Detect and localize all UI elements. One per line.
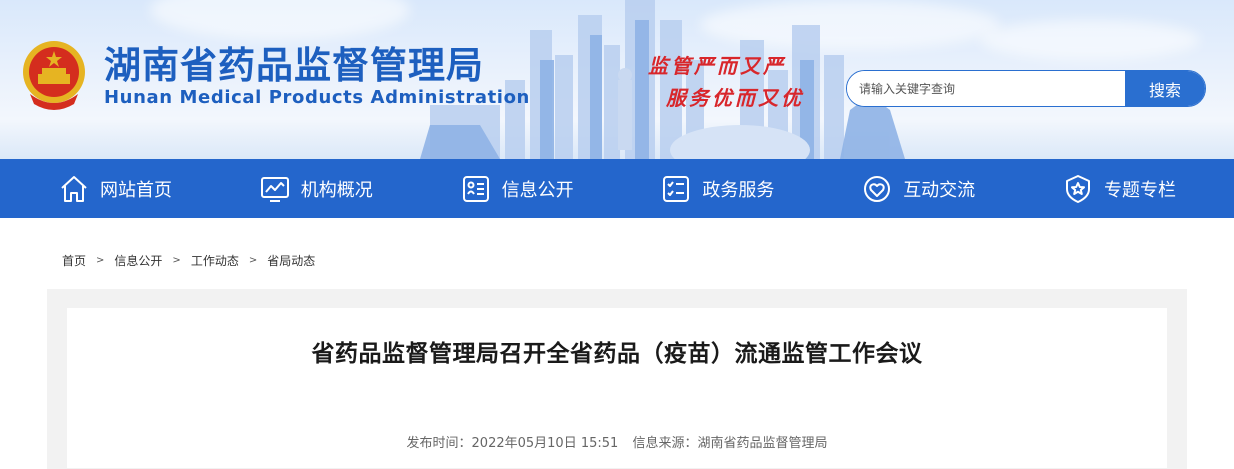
info-card-icon bbox=[462, 175, 489, 202]
article-title: 省药品监督管理局召开全省药品（疫苗）流通监管工作会议 bbox=[311, 341, 923, 367]
national-emblem-icon bbox=[23, 41, 85, 110]
nav-item-label: 网站首页 bbox=[100, 179, 172, 201]
site-subtitle: Hunan Medical Products Administration bbox=[104, 87, 530, 108]
nav-item-label: 专题专栏 bbox=[1103, 179, 1176, 201]
search-bar: 搜索 bbox=[846, 70, 1206, 107]
nav-item-interaction[interactable]: 互动交流 bbox=[861, 159, 975, 218]
heart-chat-icon bbox=[864, 175, 891, 202]
nav-item-label: 互动交流 bbox=[903, 179, 976, 201]
slogan-line-1: 监管严而又严 bbox=[648, 54, 786, 78]
breadcrumb-separator-icon: > bbox=[96, 255, 105, 266]
search-button[interactable]: 搜索 bbox=[1125, 71, 1205, 106]
breadcrumb-work-news[interactable]: 工作动态 bbox=[191, 252, 239, 269]
site-title[interactable]: 湖南省药品监督管理局 bbox=[104, 44, 484, 88]
nav-item-home[interactable]: 网站首页 bbox=[58, 159, 172, 218]
home-icon bbox=[61, 175, 87, 202]
breadcrumb-home[interactable]: 首页 bbox=[62, 252, 86, 269]
breadcrumb-info-disclosure[interactable]: 信息公开 bbox=[114, 252, 162, 269]
header-banner: 湖南省药品监督管理局 Hunan Medical Products Admini… bbox=[0, 0, 1234, 159]
nav-item-organization[interactable]: 机构概况 bbox=[259, 159, 373, 218]
checklist-icon bbox=[663, 175, 690, 202]
nav-item-special-topics[interactable]: 专题专栏 bbox=[1062, 159, 1176, 218]
article-meta: 发布时间：2022年05月10日 15:51 信息来源：湖南省药品监督管理局 bbox=[67, 432, 1167, 451]
search-input[interactable] bbox=[847, 71, 1125, 106]
info-source: 信息来源：湖南省药品监督管理局 bbox=[632, 436, 828, 451]
breadcrumb-separator-icon: > bbox=[248, 255, 258, 266]
breadcrumb-separator-icon: > bbox=[172, 255, 181, 266]
breadcrumb-bureau-news[interactable]: 省局动态 bbox=[267, 252, 315, 269]
nav-item-info-disclosure[interactable]: 信息公开 bbox=[460, 159, 574, 218]
nav-item-label: 机构概况 bbox=[300, 179, 373, 201]
chart-screen-icon bbox=[260, 176, 289, 202]
star-shield-icon bbox=[1065, 174, 1090, 203]
breadcrumb: 首页 > 信息公开 > 工作动态 > 省局动态 bbox=[62, 252, 315, 269]
nav-item-label: 政务服务 bbox=[702, 179, 775, 201]
nav-item-gov-services[interactable]: 政务服务 bbox=[660, 159, 774, 218]
main-nav: 网站首页 机构概况 信息公开 政务服务 互动交流 专题专栏 bbox=[0, 159, 1234, 218]
nav-item-label: 信息公开 bbox=[501, 179, 574, 201]
publish-time: 发布时间：2022年05月10日 15:51 bbox=[406, 436, 619, 451]
slogan-line-2: 服务优而又优 bbox=[666, 86, 804, 110]
